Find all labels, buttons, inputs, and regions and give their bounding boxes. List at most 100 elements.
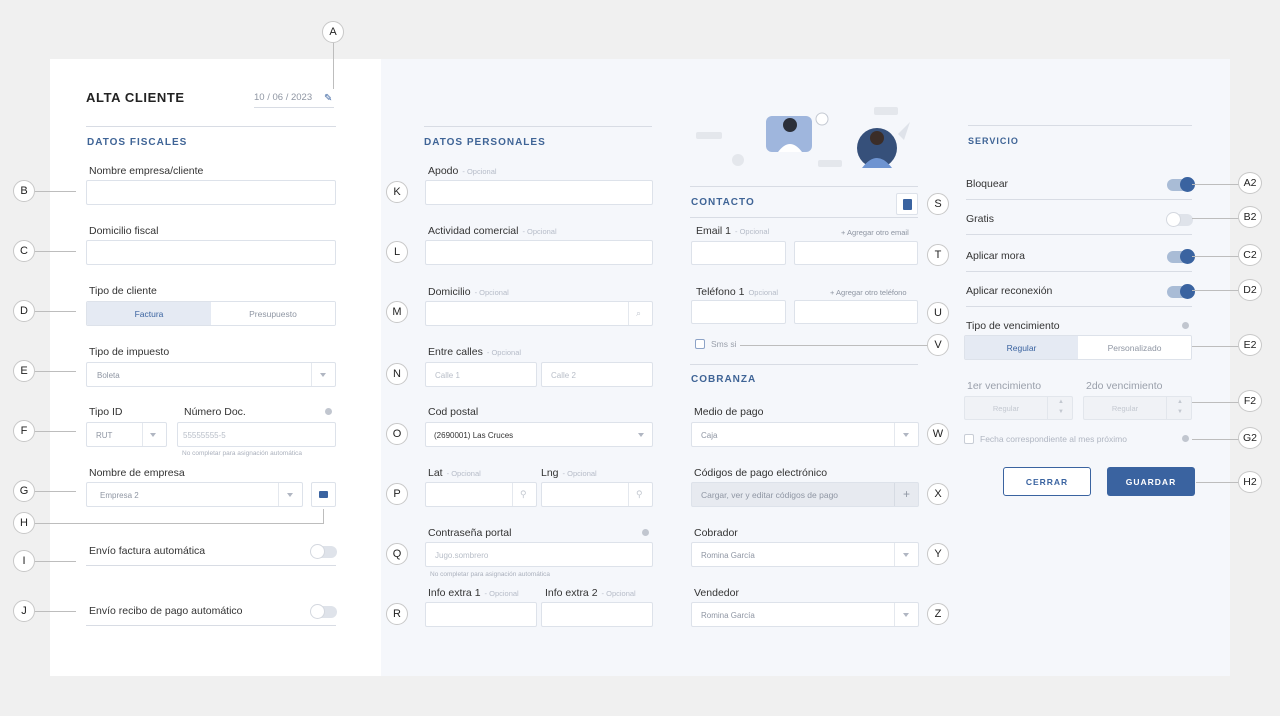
location-pin-icon[interactable]: ⚲: [636, 489, 643, 500]
email-input-2[interactable]: [794, 241, 918, 265]
tipo-impuesto-select[interactable]: Boleta: [86, 362, 336, 387]
callout-h2: H2: [1238, 471, 1262, 493]
segment-presupuesto[interactable]: Presupuesto: [211, 302, 335, 325]
domicilio-fiscal-input[interactable]: [86, 240, 336, 265]
numero-doc-input[interactable]: 55555555-5: [177, 422, 336, 447]
empresa-action-button[interactable]: [311, 482, 336, 507]
section-contacto: CONTACTO: [691, 197, 755, 208]
input-divider: [512, 483, 513, 506]
sms-checkbox[interactable]: [695, 339, 705, 349]
segment-regular[interactable]: Regular: [965, 336, 1078, 359]
segundo-venc-stepper[interactable]: Regular ▲ ▼: [1083, 396, 1192, 420]
segment-factura[interactable]: Factura: [87, 302, 211, 325]
lat-input[interactable]: ⚲: [425, 482, 537, 507]
stepper-down-icon[interactable]: ▼: [1058, 409, 1064, 415]
envio-recibo-toggle[interactable]: [310, 604, 337, 619]
actividad-input[interactable]: [425, 240, 653, 265]
telefono-input-1[interactable]: [691, 300, 786, 324]
stepper-divider: [1047, 397, 1048, 419]
contacts-book-button[interactable]: [896, 193, 918, 215]
reconexion-toggle[interactable]: [1167, 284, 1195, 299]
callout-line: [35, 251, 76, 252]
callout-d: D: [13, 300, 35, 322]
plus-icon[interactable]: +: [903, 487, 910, 501]
divider: [690, 217, 918, 218]
stepper-up-icon[interactable]: ▲: [1177, 399, 1183, 405]
tipo-id-select[interactable]: RUT: [86, 422, 167, 447]
empresa-select[interactable]: Empresa 2: [86, 482, 303, 507]
header-divider: [86, 126, 336, 127]
add-email-link[interactable]: + Agregar otro email: [841, 228, 909, 237]
callout-q: Q: [386, 543, 408, 565]
info-icon[interactable]: [1182, 322, 1189, 329]
contact-illustration: [696, 107, 910, 168]
vendedor-value: Romina García: [701, 611, 755, 620]
vendedor-label: Vendedor: [694, 587, 739, 599]
segment-personalizado[interactable]: Personalizado: [1078, 336, 1191, 359]
callout-line: [1192, 256, 1239, 257]
callout-a2: A2: [1238, 172, 1262, 194]
tipo-impuesto-value: Boleta: [97, 371, 120, 380]
building-icon: [319, 491, 328, 498]
stepper-down-icon[interactable]: ▼: [1177, 409, 1183, 415]
gratis-toggle[interactable]: [1166, 212, 1193, 227]
info-extra1-input[interactable]: [425, 602, 537, 627]
callout-t: T: [927, 244, 949, 266]
callout-e: E: [13, 360, 35, 382]
cod-postal-select[interactable]: (2690001) Las Cruces: [425, 422, 653, 447]
callout-line: [333, 43, 334, 89]
primer-venc-stepper[interactable]: Regular ▲ ▼: [964, 396, 1073, 420]
domicilio-label: Domicilio - Opcional: [428, 286, 509, 298]
cerrar-button[interactable]: CERRAR: [1003, 467, 1091, 496]
info-icon[interactable]: [642, 529, 649, 536]
callout-line: [1192, 402, 1239, 403]
bloquear-toggle[interactable]: [1167, 177, 1195, 192]
codigos-input[interactable]: Cargar, ver y editar códigos de pago +: [691, 482, 919, 507]
nombre-input[interactable]: [86, 180, 336, 205]
fecha-proximo-checkbox[interactable]: [964, 434, 974, 444]
callout-line: [1192, 290, 1239, 291]
info-extra2-input[interactable]: [541, 602, 653, 627]
cobrador-select[interactable]: Romina García: [691, 542, 919, 567]
lat-label: Lat - Opcional: [428, 467, 481, 479]
calle1-input[interactable]: Calle 1: [425, 362, 537, 387]
cod-postal-label: Cod postal: [428, 406, 479, 418]
empresa-label: Nombre de empresa: [89, 467, 185, 479]
tipo-cliente-label: Tipo de cliente: [89, 285, 157, 297]
mora-toggle[interactable]: [1167, 249, 1195, 264]
guardar-button[interactable]: GUARDAR: [1107, 467, 1195, 496]
callout-x: X: [927, 483, 949, 505]
chevron-down-icon: [903, 433, 909, 437]
envio-factura-toggle[interactable]: [310, 544, 337, 559]
callout-b: B: [13, 180, 35, 202]
divider: [966, 234, 1192, 235]
vendedor-select[interactable]: Romina García: [691, 602, 919, 627]
info-icon[interactable]: [1182, 435, 1189, 442]
edit-date-icon[interactable]: ✎: [324, 93, 332, 104]
callout-a: A: [322, 21, 344, 43]
stepper-up-icon[interactable]: ▲: [1058, 399, 1064, 405]
divider: [966, 306, 1192, 307]
lng-input[interactable]: ⚲: [541, 482, 653, 507]
callout-line: [35, 611, 76, 612]
domicilio-input[interactable]: ⌕: [425, 301, 653, 326]
email-input-1[interactable]: [691, 241, 786, 265]
select-divider: [894, 543, 895, 566]
search-icon[interactable]: ⌕: [636, 308, 641, 319]
calle2-input[interactable]: Calle 2: [541, 362, 653, 387]
contrasena-input[interactable]: Jugo.sombrero: [425, 542, 653, 567]
info-icon[interactable]: [325, 408, 332, 415]
date-display[interactable]: 10 / 06 / 2023: [254, 92, 312, 103]
apodo-input[interactable]: [425, 180, 653, 205]
medio-pago-value: Caja: [701, 431, 718, 440]
vencimiento-label: Tipo de vencimiento: [966, 320, 1060, 332]
callout-f2: F2: [1238, 390, 1262, 412]
medio-pago-select[interactable]: Caja: [691, 422, 919, 447]
date-underline: [254, 107, 334, 108]
tipo-id-label: Tipo ID: [89, 406, 123, 418]
location-pin-icon[interactable]: ⚲: [520, 489, 527, 500]
tipo-impuesto-label: Tipo de impuesto: [89, 346, 170, 358]
add-telefono-link[interactable]: + Agregar otro teléfono: [830, 288, 907, 297]
telefono-input-2[interactable]: [794, 300, 918, 324]
contacts-book-icon: [902, 198, 912, 210]
